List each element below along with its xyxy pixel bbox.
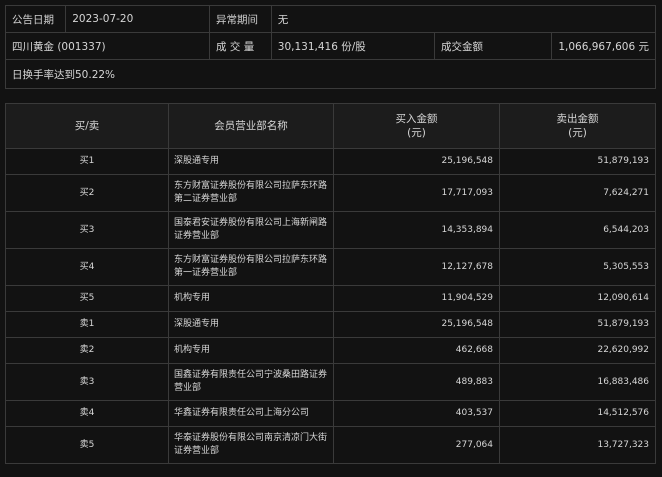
info-row-stock: 四川黄金 (001337) 成 交 量 30,131,416 份/股 成交金额 … bbox=[4, 32, 656, 60]
row-sell-amount: 5,305,553 bbox=[499, 248, 656, 286]
table-row: 卖2 机构专用 462,668 22,620,992 bbox=[5, 337, 656, 364]
date-label: 公告日期 bbox=[4, 5, 67, 33]
table-row: 买4 东方财富证券股份有限公司拉萨东环路第一证券营业部 12,127,678 5,30… bbox=[5, 248, 656, 286]
header-sell-unit: (元) bbox=[568, 127, 587, 139]
row-sell-amount: 13,727,323 bbox=[499, 426, 656, 464]
row-side: 买3 bbox=[5, 211, 169, 249]
row-sell-amount: 7,624,271 bbox=[499, 174, 656, 212]
row-side: 卖3 bbox=[5, 363, 169, 401]
info-row-reason: 日换手率达到50.22% bbox=[5, 59, 656, 89]
row-side: 卖1 bbox=[5, 311, 169, 338]
date-value: 2023-07-20 bbox=[65, 5, 211, 33]
row-buy-amount: 489,883 bbox=[333, 363, 500, 401]
table-row: 买5 机构专用 11,904,529 12,090,614 bbox=[5, 285, 656, 312]
header-sell-amount: 卖出金额 (元) bbox=[499, 103, 656, 149]
row-sell-amount: 6,544,203 bbox=[499, 211, 656, 249]
table-header-row: 买/卖 会员营业部名称 买入金额 (元) 卖出金额 (元) bbox=[5, 103, 656, 149]
stock-name: 四川黄金 (001337) bbox=[4, 32, 211, 60]
row-member-name: 深股通专用 bbox=[168, 148, 334, 175]
row-sell-amount: 51,879,193 bbox=[499, 148, 656, 175]
table-row: 卖3 国鑫证券有限责任公司宁波桑田路证券营业部 489,883 16,883,486 bbox=[5, 363, 656, 401]
reason-text: 日换手率达到50.22% bbox=[5, 59, 656, 89]
row-member-name: 机构专用 bbox=[168, 285, 334, 312]
row-buy-amount: 12,127,678 bbox=[333, 248, 500, 286]
table-row: 买3 国泰君安证券股份有限公司上海新闸路证券营业部 14,353,894 6,544,… bbox=[5, 211, 656, 249]
period-label: 异常期间 bbox=[209, 5, 272, 33]
row-buy-amount: 17,717,093 bbox=[333, 174, 500, 212]
table-row: 买1 深股通专用 25,196,548 51,879,193 bbox=[5, 148, 656, 175]
header-sell-label: 卖出金额 bbox=[556, 113, 599, 125]
row-side: 买5 bbox=[5, 285, 169, 312]
row-side: 卖2 bbox=[5, 337, 169, 364]
row-member-name: 华鑫证券有限责任公司上海分公司 bbox=[168, 400, 334, 427]
table-row: 卖4 华鑫证券有限责任公司上海分公司 403,537 14,512,576 bbox=[5, 400, 656, 427]
row-sell-amount: 14,512,576 bbox=[499, 400, 656, 427]
row-sell-amount: 16,883,486 bbox=[499, 363, 656, 401]
row-member-name: 东方财富证券股份有限公司拉萨东环路第二证券营业部 bbox=[168, 174, 334, 212]
row-side: 买2 bbox=[5, 174, 169, 212]
row-sell-amount: 12,090,614 bbox=[499, 285, 656, 312]
row-buy-amount: 277,064 bbox=[333, 426, 500, 464]
header-side: 买/卖 bbox=[5, 103, 169, 149]
row-buy-amount: 14,353,894 bbox=[333, 211, 500, 249]
amount-label: 成交金额 bbox=[434, 32, 553, 60]
header-buy-amount: 买入金额 (元) bbox=[333, 103, 500, 149]
row-member-name: 国泰君安证券股份有限公司上海新闸路证券营业部 bbox=[168, 211, 334, 249]
row-member-name: 东方财富证券股份有限公司拉萨东环路第一证券营业部 bbox=[168, 248, 334, 286]
info-row-date: 公告日期 2023-07-20 异常期间 无 bbox=[4, 5, 657, 33]
row-buy-amount: 25,196,548 bbox=[333, 311, 500, 338]
row-buy-amount: 11,904,529 bbox=[333, 285, 500, 312]
row-member-name: 机构专用 bbox=[168, 337, 334, 364]
row-buy-amount: 25,196,548 bbox=[333, 148, 500, 175]
period-value: 无 bbox=[270, 5, 657, 33]
row-buy-amount: 403,537 bbox=[333, 400, 500, 427]
row-side: 买4 bbox=[5, 248, 169, 286]
amount-value: 1,066,967,606 元 bbox=[551, 32, 656, 60]
table-row: 卖5 华泰证券股份有限公司南京清凉门大街证券营业部 277,064 13,727,32… bbox=[5, 426, 656, 464]
row-sell-amount: 22,620,992 bbox=[499, 337, 656, 364]
row-buy-amount: 462,668 bbox=[333, 337, 500, 364]
row-member-name: 深股通专用 bbox=[168, 311, 334, 338]
row-member-name: 国鑫证券有限责任公司宁波桑田路证券营业部 bbox=[168, 363, 334, 401]
row-side: 买1 bbox=[5, 148, 169, 175]
volume-value: 30,131,416 份/股 bbox=[270, 32, 436, 60]
trading-seats-table: 买/卖 会员营业部名称 买入金额 (元) 卖出金额 (元) 买1 深股通专用 25,… bbox=[5, 103, 656, 464]
header-member: 会员营业部名称 bbox=[168, 103, 334, 149]
announcement-info-table: 公告日期 2023-07-20 异常期间 无 四川黄金 (001337) 成 交… bbox=[4, 5, 657, 89]
row-sell-amount: 51,879,193 bbox=[499, 311, 656, 338]
table-row: 卖1 深股通专用 25,196,548 51,879,193 bbox=[5, 311, 656, 338]
row-side: 卖5 bbox=[5, 426, 169, 464]
header-buy-unit: (元) bbox=[407, 127, 426, 139]
row-member-name: 华泰证券股份有限公司南京清凉门大街证券营业部 bbox=[168, 426, 334, 464]
volume-label: 成 交 量 bbox=[209, 32, 272, 60]
row-side: 卖4 bbox=[5, 400, 169, 427]
header-buy-label: 买入金额 bbox=[395, 113, 438, 125]
table-row: 买2 东方财富证券股份有限公司拉萨东环路第二证券营业部 17,717,093 7,62… bbox=[5, 174, 656, 212]
